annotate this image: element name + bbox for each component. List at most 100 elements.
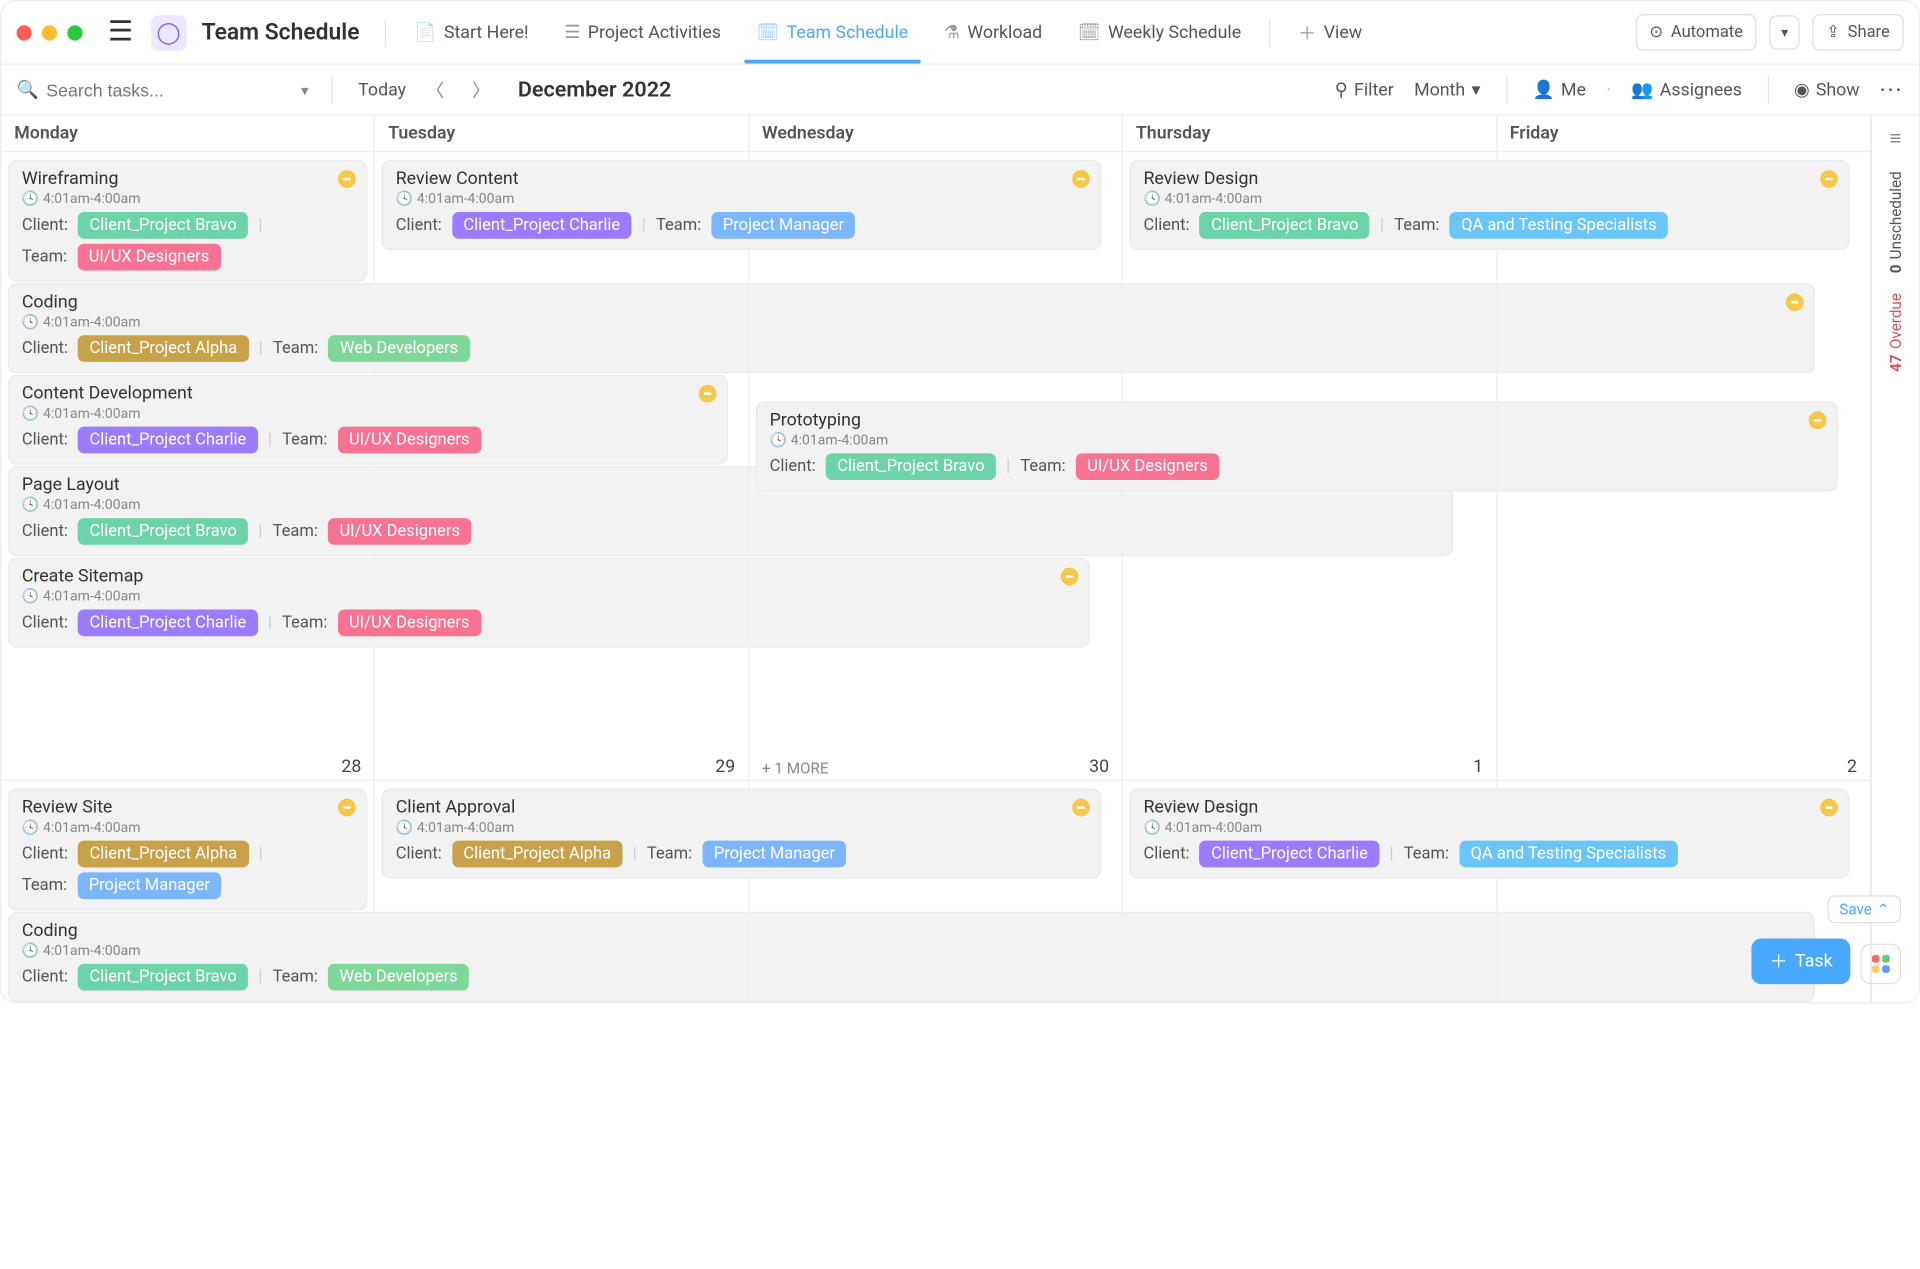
client-tag[interactable]: Client_Project Bravo [78,964,248,991]
tab-label: Start Here! [444,22,529,42]
calendar-icon: 🗓 [1078,22,1101,42]
person-icon: 👤 [1533,79,1555,99]
day-cell-wed[interactable] [749,781,1123,1002]
search-icon: 🔍 [17,79,39,99]
task-time: 🕓4:01am-4:00am [22,191,354,208]
minimize-icon[interactable] [42,25,57,40]
chevron-down-icon: ▾ [1472,79,1481,99]
assignees-button[interactable]: 👥Assignees [1631,79,1742,99]
tab-label: Project Activities [588,22,721,42]
day-cell-tue[interactable]: Client Approval 🕓4:01am-4:00am Client:Cl… [375,781,749,1002]
automate-dropdown[interactable]: ▾ [1770,15,1800,49]
team-tag[interactable]: Project Manager [77,872,221,899]
clock-icon: 🕓 [22,819,39,836]
tab-workload[interactable]: ⚗Workload [931,2,1055,63]
day-header: Monday [1,116,375,152]
range-selector[interactable]: Month▾ [1414,79,1480,99]
client-tag[interactable]: Client_Project Charlie [78,610,258,637]
day-header: Thursday [1123,116,1497,152]
task-time: 🕓4:01am-4:00am [22,819,354,836]
task-card[interactable]: Wireframing 🕓4:01am-4:00am Client: Clien… [9,161,366,280]
search-dropdown[interactable]: ▾ [296,81,314,99]
clock-icon: 🕓 [395,191,412,208]
maximize-icon[interactable] [67,25,82,40]
day-header-row: Monday Tuesday Wednesday Thursday Friday [1,116,1870,153]
day-cell-thu[interactable]: Review Design 🕓4:01am-4:00am Client:Clie… [1123,781,1497,1002]
settings-icon[interactable]: ≡ [1890,126,1902,151]
client-tag[interactable]: Client_Project Charlie [1199,841,1379,868]
day-header: Wednesday [749,116,1123,152]
clock-icon: 🕓 [22,191,39,208]
calendar-icon: 🗓 [756,22,779,42]
save-hint[interactable]: Save⌃ [1828,895,1901,923]
tab-label: View [1324,22,1362,42]
me-button[interactable]: 👤Me [1533,79,1586,99]
today-button[interactable]: Today [358,79,406,99]
share-button[interactable]: ⇪ Share [1812,14,1903,51]
plus-icon: ＋ [1298,20,1316,45]
tab-team-schedule[interactable]: 🗓Team Schedule [744,2,921,63]
clock-icon: 🕓 [22,497,39,514]
day-cell-mon[interactable]: Review Site 🕓4:01am-4:00am Client:Client… [1,781,375,1002]
client-tag[interactable]: Client_Project Alpha [78,841,249,868]
task-card[interactable]: Review Site 🕓4:01am-4:00am Client:Client… [9,790,366,909]
unscheduled-panel[interactable]: 0Unscheduled [1887,171,1905,273]
automate-button[interactable]: ⊙ Automate [1635,14,1756,51]
add-view-button[interactable]: ＋ View [1286,2,1375,63]
robot-icon: ⊙ [1649,23,1663,42]
apps-button[interactable] [1861,944,1902,985]
day-cell-thu[interactable]: Review Design 🕓4:01am-4:00am Client: Cli… [1123,152,1497,779]
search-input[interactable] [46,79,224,99]
client-tag[interactable]: Client_Project Alpha [452,841,623,868]
client-tag[interactable]: Client_Project Bravo [826,453,996,480]
date-label: 29 [715,757,735,777]
filter-button[interactable]: ⚲Filter [1335,79,1394,99]
divider [1506,76,1507,104]
client-tag[interactable]: Client_Project Alpha [78,335,249,362]
team-tag[interactable]: UI/UX Designers [77,244,220,271]
clock-icon: 🕓 [1143,191,1160,208]
month-label: December 2022 [518,77,672,102]
button-label: Automate [1671,23,1743,42]
button-label: Share [1848,23,1890,42]
client-tag[interactable]: Client_Project Charlie [452,212,632,239]
more-button[interactable]: ··· [1880,79,1904,99]
date-label: 2 [1847,757,1857,777]
day-cell-fri[interactable]: 2 [1497,152,1871,779]
tab-weekly-schedule[interactable]: 🗓Weekly Schedule [1065,2,1254,63]
more-tasks-link[interactable]: + 1 MORE [762,759,829,777]
show-button[interactable]: ◉Show [1794,79,1860,99]
share-icon: ⇪ [1826,23,1840,42]
clock-icon: 🕓 [22,405,39,422]
menu-icon[interactable]: ☰ [100,11,140,53]
client-tag[interactable]: Client_Project Bravo [1199,212,1369,239]
close-icon[interactable] [17,25,32,40]
space-icon[interactable]: ◯ [151,15,187,51]
day-cell-tue[interactable]: Review Content 🕓4:01am-4:00am Client: Cl… [375,152,749,779]
clock-icon: 🕓 [1143,819,1160,836]
eye-icon: ◉ [1794,79,1810,99]
day-cell-wed[interactable]: Prototyping 🕓4:01am-4:00am Client: Clien… [749,152,1123,779]
client-tag[interactable]: Client_Project Charlie [78,427,258,454]
divider [332,76,333,104]
topbar: ☰ ◯ Team Schedule 📄Start Here! ☰ Project … [1,1,1919,64]
list-icon: ☰ [564,22,580,42]
date-label: 1 [1473,757,1483,777]
next-month-button[interactable]: 〉 [464,77,497,102]
clock-icon: 🕓 [769,432,786,449]
search-box[interactable]: 🔍 [17,79,284,99]
new-task-button[interactable]: ＋Task [1752,939,1850,985]
tab-project-activities[interactable]: ☰ Project Activities [551,2,733,63]
tab-start-here[interactable]: 📄Start Here! [401,2,541,63]
client-tag[interactable]: Client_Project Bravo [78,518,248,545]
clock-icon: 🕓 [22,588,39,605]
overdue-panel[interactable]: 47Overdue [1887,294,1905,373]
day-header: Tuesday [375,116,749,152]
prev-month-button[interactable]: 〈 [419,77,452,102]
page-title: Team Schedule [202,19,360,46]
client-tag[interactable]: Client_Project Bravo [78,212,248,239]
divider [1269,18,1270,46]
day-cell-mon[interactable]: Wireframing 🕓4:01am-4:00am Client: Clien… [1,152,375,779]
task-title: Wireframing [22,169,354,189]
clock-icon: 🕓 [22,314,39,331]
